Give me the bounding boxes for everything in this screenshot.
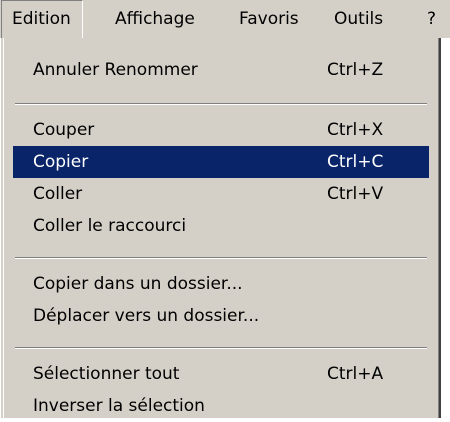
- edition-dropdown-menu: Annuler Renommer Ctrl+Z Couper Ctrl+X Co…: [0, 38, 441, 418]
- menu-item-coller-le-raccourci[interactable]: Coller le raccourci: [13, 210, 429, 242]
- menu-item-couper[interactable]: Couper Ctrl+X: [13, 114, 429, 146]
- menu-favoris-label: Favoris: [239, 9, 299, 29]
- menu-affichage[interactable]: Affichage: [104, 0, 206, 38]
- menu-item-label: Inverser la sélection: [33, 396, 205, 416]
- menu-item-label: Coller: [33, 184, 83, 204]
- menu-item-label: Copier dans un dossier...: [33, 274, 243, 294]
- menu-edition[interactable]: Edition: [1, 0, 83, 40]
- menu-affichage-label: Affichage: [115, 9, 195, 29]
- menu-separator: [15, 103, 427, 105]
- menu-item-label: Couper: [33, 120, 95, 140]
- menu-item-inverser-la-selection[interactable]: Inverser la sélection: [13, 390, 429, 422]
- menu-bar: Edition Affichage Favoris Outils ?: [0, 0, 450, 40]
- menu-item-coller[interactable]: Coller Ctrl+V: [13, 178, 429, 210]
- menu-item-deplacer-vers-un-dossier[interactable]: Déplacer vers un dossier...: [13, 300, 429, 332]
- menu-item-annuler-renommer[interactable]: Annuler Renommer Ctrl+Z: [13, 54, 429, 86]
- menu-item-shortcut: Ctrl+V: [327, 184, 384, 204]
- menu-item-selectionner-tout[interactable]: Sélectionner tout Ctrl+A: [13, 358, 429, 390]
- menu-edition-label: Edition: [12, 9, 71, 29]
- menu-favoris[interactable]: Favoris: [228, 0, 310, 38]
- menu-item-label: Annuler Renommer: [33, 60, 198, 80]
- menu-item-shortcut: Ctrl+A: [327, 364, 384, 384]
- menu-item-shortcut: Ctrl+Z: [327, 60, 384, 80]
- menu-outils[interactable]: Outils: [323, 0, 394, 38]
- menu-help-label: ?: [427, 9, 437, 29]
- menu-item-shortcut: Ctrl+C: [327, 152, 384, 172]
- menu-item-copier[interactable]: Copier Ctrl+C: [13, 146, 429, 178]
- menu-item-copier-dans-un-dossier[interactable]: Copier dans un dossier...: [13, 268, 429, 300]
- menu-item-label: Copier: [33, 152, 89, 172]
- menu-item-label: Déplacer vers un dossier...: [33, 306, 260, 326]
- menu-item-shortcut: Ctrl+X: [327, 120, 384, 140]
- menu-separator: [15, 257, 427, 259]
- menu-outils-label: Outils: [334, 9, 384, 29]
- menu-separator: [15, 347, 427, 349]
- menu-item-label: Sélectionner tout: [33, 364, 180, 384]
- menu-help[interactable]: ?: [416, 0, 447, 38]
- menu-item-label: Coller le raccourci: [33, 216, 187, 236]
